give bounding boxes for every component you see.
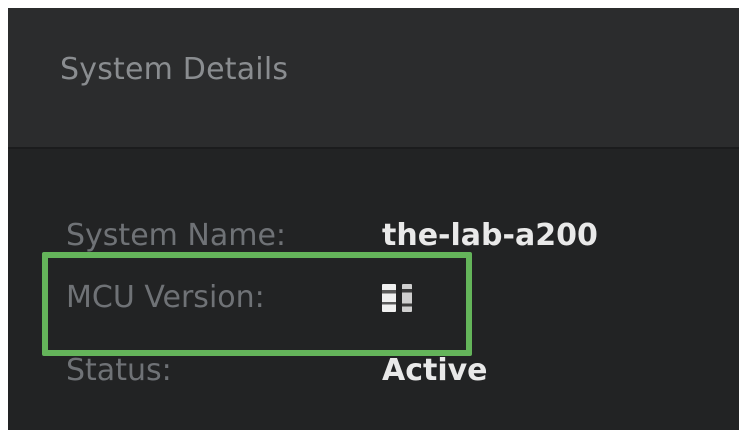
mcu-version-glyph bbox=[382, 284, 396, 312]
mcu-version-glyph-2 bbox=[402, 284, 412, 312]
panel-title: System Details bbox=[60, 52, 289, 87]
detail-row-status: Status: Active bbox=[8, 353, 739, 397]
system-name-value: the-lab-a200 bbox=[382, 218, 598, 253]
detail-row-system-name: System Name: the-lab-a200 bbox=[8, 218, 739, 262]
panel-header: System Details bbox=[8, 8, 739, 149]
status-label: Status: bbox=[66, 353, 172, 388]
detail-row-mcu-version: MCU Version: bbox=[8, 280, 739, 324]
status-value: Active bbox=[382, 353, 488, 388]
mcu-version-label: MCU Version: bbox=[66, 280, 265, 315]
system-details-panel: System Details System Name: the-lab-a200… bbox=[8, 8, 739, 430]
system-name-label: System Name: bbox=[66, 218, 287, 253]
mcu-version-value bbox=[382, 280, 418, 320]
